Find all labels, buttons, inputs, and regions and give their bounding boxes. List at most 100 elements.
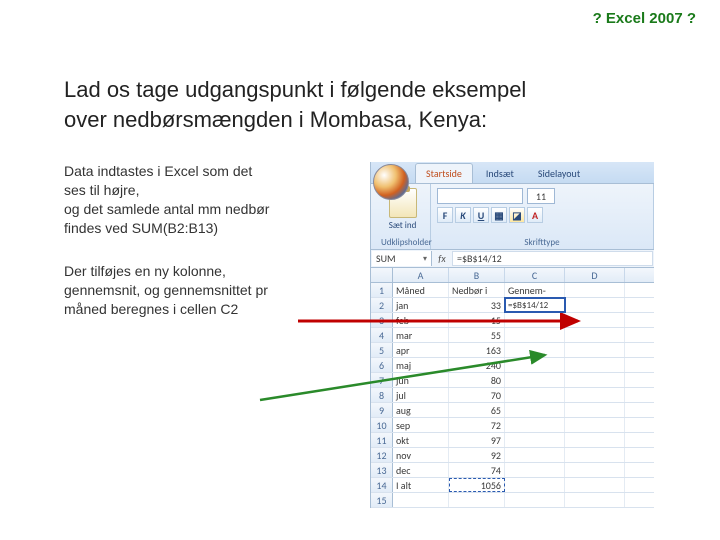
cell-C6[interactable] [505,358,565,372]
cell-A12[interactable]: nov [393,448,449,462]
fx-icon[interactable]: fx [433,250,451,267]
cell-B6[interactable]: 240 [449,358,505,372]
cell-D12[interactable] [565,448,625,462]
cell-B11[interactable]: 97 [449,433,505,447]
fill-color-button[interactable]: ◪ [509,207,525,223]
cell-D6[interactable] [565,358,625,372]
select-all-corner[interactable] [371,268,393,282]
cell-D15[interactable] [565,493,625,507]
cell-A7[interactable]: jun [393,373,449,387]
cell-C8[interactable] [505,388,565,402]
col-header-C[interactable]: C [505,268,565,282]
italic-button[interactable]: K [455,207,471,223]
cell-B13[interactable]: 74 [449,463,505,477]
cell-A3[interactable]: feb [393,313,449,327]
font-color-button[interactable]: A [527,207,543,223]
cell-A4[interactable]: mar [393,328,449,342]
col-header-A[interactable]: A [393,268,449,282]
row-header-5[interactable]: 5 [371,343,393,357]
cell-C14[interactable] [505,478,565,492]
cell-C7[interactable] [505,373,565,387]
font-name-dropdown[interactable] [437,188,523,204]
formula-input[interactable]: =$B$14/12 [452,251,653,266]
cell-B3[interactable]: 15 [449,313,505,327]
cell-A5[interactable]: apr [393,343,449,357]
tab-home[interactable]: Startside [415,163,473,183]
cell-B10[interactable]: 72 [449,418,505,432]
cell-C15[interactable] [505,493,565,507]
cell-B8[interactable]: 70 [449,388,505,402]
row-header-8[interactable]: 8 [371,388,393,402]
cell-A9[interactable]: aug [393,403,449,417]
cell-A1[interactable]: Måned [393,283,449,297]
cell-C9[interactable] [505,403,565,417]
cell-D14[interactable] [565,478,625,492]
tab-insert[interactable]: Indsæt [475,163,525,183]
cell-A15[interactable] [393,493,449,507]
row-header-12[interactable]: 12 [371,448,393,462]
p1-l1: Data indtastes i Excel som det [64,162,354,181]
name-box[interactable]: SUM ▾ [372,251,432,266]
cell-C10[interactable] [505,418,565,432]
row-header-6[interactable]: 6 [371,358,393,372]
cell-D9[interactable] [565,403,625,417]
cell-D2[interactable] [565,298,625,312]
cell-A10[interactable]: sep [393,418,449,432]
tab-pagelayout[interactable]: Sidelayout [527,163,591,183]
cell-B7[interactable]: 80 [449,373,505,387]
font-size-dropdown[interactable]: 11 [527,188,555,204]
cell-D3[interactable] [565,313,625,327]
col-header-D[interactable]: D [565,268,625,282]
cell-C13[interactable] [505,463,565,477]
col-header-B[interactable]: B [449,268,505,282]
row-2: 2jan33=$B$14/12 [371,298,654,313]
cell-C12[interactable] [505,448,565,462]
cell-A8[interactable]: jul [393,388,449,402]
row-header-13[interactable]: 13 [371,463,393,477]
cell-D8[interactable] [565,388,625,402]
cell-C4[interactable] [505,328,565,342]
cell-D13[interactable] [565,463,625,477]
cell-A6[interactable]: maj [393,358,449,372]
cell-C1[interactable]: Gennem- [505,283,565,297]
cell-B9[interactable]: 65 [449,403,505,417]
cell-D1[interactable] [565,283,625,297]
cell-A11[interactable]: okt [393,433,449,447]
cell-B2[interactable]: 33 [449,298,505,312]
row-8: 8jul70 [371,388,654,403]
row-header-2[interactable]: 2 [371,298,393,312]
cell-A14[interactable]: I alt [393,478,449,492]
cell-C5[interactable] [505,343,565,357]
cell-C3[interactable] [505,313,565,327]
row-header-1[interactable]: 1 [371,283,393,297]
cell-D4[interactable] [565,328,625,342]
cell-B14[interactable]: 1056 [449,478,505,492]
cell-D11[interactable] [565,433,625,447]
row-header-9[interactable]: 9 [371,403,393,417]
page-header: ? Excel 2007 ? [0,0,720,27]
underline-button[interactable]: U [473,207,489,223]
cell-D7[interactable] [565,373,625,387]
border-button[interactable]: ▦ [491,207,507,223]
row-6: 6maj240 [371,358,654,373]
cell-A13[interactable]: dec [393,463,449,477]
row-header-3[interactable]: 3 [371,313,393,327]
cell-B5[interactable]: 163 [449,343,505,357]
content-row: Data indtastes i Excel som det ses til h… [0,134,720,508]
cell-C2[interactable]: =$B$14/12 [505,298,565,312]
bold-button[interactable]: F [437,207,453,223]
row-header-11[interactable]: 11 [371,433,393,447]
cell-B1[interactable]: Nedbør i [449,283,505,297]
cell-C11[interactable] [505,433,565,447]
row-header-4[interactable]: 4 [371,328,393,342]
cell-B15[interactable] [449,493,505,507]
cell-D5[interactable] [565,343,625,357]
cell-A2[interactable]: jan [393,298,449,312]
row-header-14[interactable]: 14 [371,478,393,492]
cell-B4[interactable]: 55 [449,328,505,342]
cell-B12[interactable]: 92 [449,448,505,462]
row-header-10[interactable]: 10 [371,418,393,432]
row-header-15[interactable]: 15 [371,493,393,507]
cell-D10[interactable] [565,418,625,432]
row-header-7[interactable]: 7 [371,373,393,387]
